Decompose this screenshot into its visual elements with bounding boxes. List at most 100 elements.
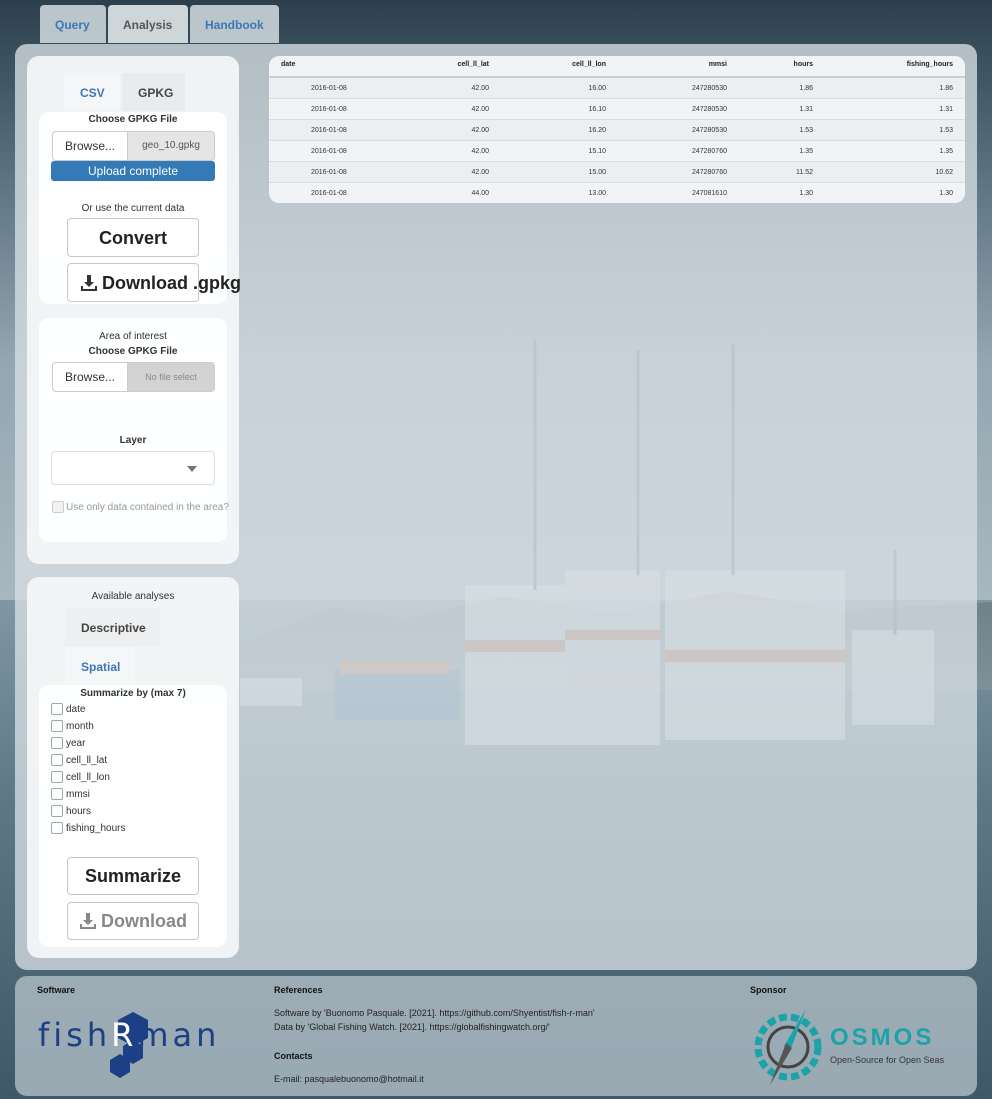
layer-select[interactable] (51, 451, 215, 485)
choose-file-label: Choose GPKG File (88, 114, 178, 125)
table-cell-mmsi: 247280530 (691, 127, 727, 134)
available-analyses-label: Available analyses (91, 591, 175, 602)
summarize-by-label: Summarize by (max 7) (80, 688, 186, 699)
area-file-name-field: No file select (128, 362, 215, 392)
layer-label: Layer (119, 435, 147, 446)
table-cell-date: 2016-01-08 (311, 85, 347, 92)
checkbox-date[interactable] (51, 703, 63, 715)
column-header-cell-ll-lon[interactable]: cell_ll_lon (572, 61, 606, 68)
download-summary-label: Download (101, 911, 187, 931)
osmos-name: OSMOS (830, 1024, 935, 1051)
checkbox-year-label: year (66, 738, 86, 749)
fishrman-logo-text: fishRman (38, 1016, 221, 1054)
table-row: 2016-01-08 42.00 16.10 247280530 1.31 1.31 (269, 99, 965, 120)
file-name-field: geo_10.gpkg (128, 131, 215, 161)
chevron-down-icon (187, 466, 197, 472)
table-cell-cell-ll-lat: 42.00 (471, 148, 489, 155)
tab-csv[interactable]: CSV (64, 73, 120, 111)
table-cell-cell-ll-lon: 16.00 (588, 85, 606, 92)
tab-gpkg[interactable]: GPKG (122, 73, 185, 111)
checkbox-year[interactable] (51, 737, 63, 749)
osmos-tagline: Open-Source for Open Seas (830, 1055, 945, 1065)
fishrman-logo: fishRman (38, 1012, 243, 1082)
download-gpkg-button[interactable]: Download .gpkg (67, 263, 241, 302)
table-row: 2016-01-08 44.00 13.00 247081610 1.30 1.30 (269, 183, 965, 203)
area-only-checkbox-label: Use only data contained in the area? (66, 502, 229, 513)
checkbox-fishing-hours-label: fishing_hours (66, 823, 126, 834)
column-header-hours[interactable]: hours (794, 61, 813, 68)
table-cell-date: 2016-01-08 (311, 106, 347, 113)
table-cell-cell-ll-lat: 44.00 (471, 190, 489, 197)
table-row: 2016-01-08 42.00 15.00 247280760 11.52 10.62 (269, 162, 965, 183)
area-only-checkbox[interactable] (52, 501, 64, 513)
summarize-button[interactable]: Summarize (67, 857, 199, 895)
table-cell-hours: 1.31 (799, 106, 813, 113)
compass-gear-icon (754, 1009, 822, 1085)
tab-handbook[interactable]: Handbook (190, 5, 279, 43)
checkbox-mmsi-label: mmsi (66, 789, 90, 800)
software-heading: Software (37, 985, 76, 995)
checkbox-date-label: date (66, 704, 86, 715)
table-cell-mmsi: 247280760 (691, 169, 727, 176)
table-cell-mmsi: 247280530 (691, 85, 727, 92)
or-use-current-data-label: Or use the current data (81, 203, 185, 214)
contacts-heading: Contacts (274, 1051, 313, 1061)
table-cell-date: 2016-01-08 (311, 127, 347, 134)
table-cell-fishing-hours: 1.30 (939, 190, 953, 197)
tab-descriptive[interactable]: Descriptive (65, 608, 160, 646)
checkbox-cell-ll-lon[interactable] (51, 771, 63, 783)
table-cell-cell-ll-lat: 42.00 (471, 127, 489, 134)
checkbox-fishing-hours[interactable] (51, 822, 63, 834)
column-header-cell-ll-lat[interactable]: cell_ll_lat (457, 61, 489, 68)
convert-button[interactable]: Convert (67, 218, 199, 257)
table-cell-cell-ll-lon: 15.10 (588, 148, 606, 155)
data-table: date cell_ll_lat cell_ll_lon mmsi hours … (269, 56, 965, 203)
checkbox-cell-ll-lon-label: cell_ll_lon (66, 772, 110, 783)
table-cell-cell-ll-lon: 16.10 (588, 106, 606, 113)
area-browse-button[interactable]: Browse... (52, 362, 128, 392)
download-gpkg-label: Download .gpkg (102, 273, 241, 293)
checkbox-hours-label: hours (66, 806, 92, 817)
table-cell-cell-ll-lat: 42.00 (471, 106, 489, 113)
checkbox-month[interactable] (51, 720, 63, 732)
browse-button[interactable]: Browse... (52, 131, 128, 161)
references-heading: References (274, 985, 323, 995)
table-cell-hours: 1.53 (799, 127, 813, 134)
table-cell-cell-ll-lat: 42.00 (471, 169, 489, 176)
checkbox-hours[interactable] (51, 805, 63, 817)
table-cell-fishing-hours: 1.53 (939, 127, 953, 134)
table-cell-mmsi: 247280530 (691, 106, 727, 113)
column-header-date[interactable]: date (281, 61, 295, 68)
table-cell-mmsi: 247280760 (691, 148, 727, 155)
table-row: 2016-01-08 42.00 15.10 247280760 1.35 1.35 (269, 141, 965, 162)
column-header-mmsi[interactable]: mmsi (709, 61, 727, 68)
table-cell-date: 2016-01-08 (311, 169, 347, 176)
table-cell-hours: 11.52 (796, 169, 813, 176)
contact-email[interactable]: E-mail: pasqualebuonomo@hotmail.it (274, 1074, 424, 1084)
checkbox-month-label: month (66, 721, 94, 732)
table-cell-date: 2016-01-08 (311, 148, 347, 155)
sponsor-heading: Sponsor (750, 985, 787, 995)
area-choose-file-label: Choose GPKG File (88, 346, 178, 357)
table-cell-mmsi: 247081610 (691, 190, 727, 197)
table-cell-cell-ll-lon: 15.00 (588, 169, 606, 176)
tab-query[interactable]: Query (40, 5, 106, 43)
table-cell-fishing-hours: 1.35 (939, 148, 953, 155)
table-cell-hours: 1.30 (799, 190, 813, 197)
table-cell-hours: 1.35 (799, 148, 813, 155)
table-row: 2016-01-08 42.00 16.00 247280530 1.86 1.86 (269, 78, 965, 99)
osmos-logo: OSMOS Open-Source for Open Seas (750, 1006, 960, 1088)
checkbox-cell-ll-lat-label: cell_ll_lat (66, 755, 108, 766)
area-title: Area of interest (99, 331, 167, 342)
tab-analysis[interactable]: Analysis (108, 5, 188, 43)
checkbox-cell-ll-lat[interactable] (51, 754, 63, 766)
download-summary-button[interactable]: Download (67, 902, 199, 940)
table-cell-cell-ll-lat: 42.00 (471, 85, 489, 92)
tab-spatial[interactable]: Spatial (65, 647, 135, 685)
data-reference: Data by 'Global Fishing Watch. [2021]. h… (274, 1022, 550, 1032)
table-header: date cell_ll_lat cell_ll_lon mmsi hours … (269, 56, 965, 78)
table-cell-cell-ll-lon: 13.00 (588, 190, 606, 197)
table-cell-date: 2016-01-08 (311, 190, 347, 197)
column-header-fishing-hours[interactable]: fishing_hours (907, 61, 953, 68)
checkbox-mmsi[interactable] (51, 788, 63, 800)
